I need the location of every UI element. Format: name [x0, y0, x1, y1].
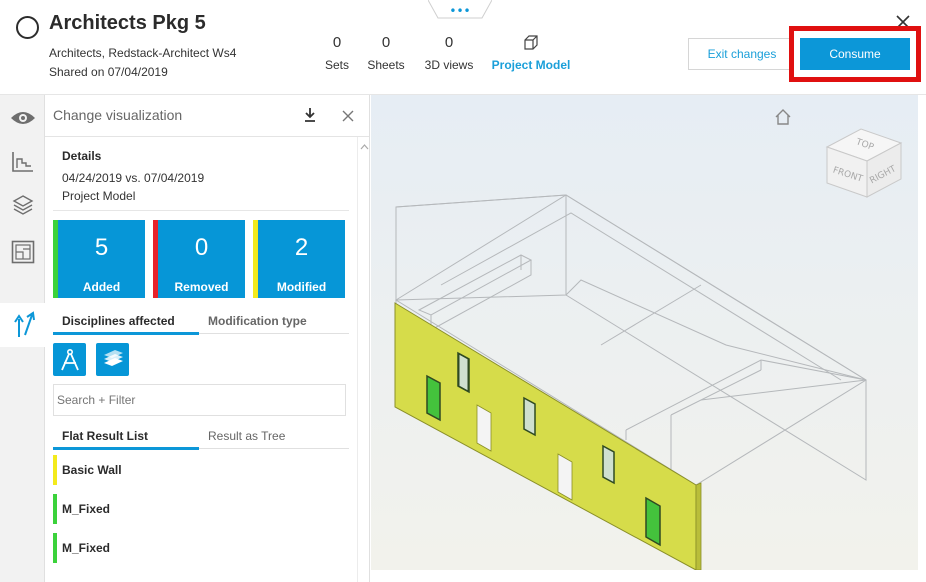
left-tool-rail	[0, 95, 45, 582]
tab-result-as-tree[interactable]: Result as Tree	[208, 429, 285, 443]
rail-sheets[interactable]	[0, 233, 45, 271]
removed-count: 0	[194, 234, 209, 261]
result-view-tabs: Flat Result List Result as Tree	[53, 425, 349, 450]
active-tab-indicator	[53, 332, 199, 335]
panel-scrollbar[interactable]	[357, 137, 369, 582]
architecture-discipline-button[interactable]	[53, 343, 86, 376]
views3d-count: 0	[444, 34, 454, 51]
added-count: 5	[94, 234, 109, 261]
stat-sets[interactable]: 0 Sets	[322, 34, 352, 72]
consume-button[interactable]: Consume	[800, 38, 910, 70]
modified-label: Modified	[276, 280, 327, 294]
3d-viewport[interactable]: TOP FRONT RIGHT	[371, 95, 918, 570]
disciplines-tabs: Disciplines affected Modification type	[53, 310, 349, 335]
collapse-header-tab[interactable]: •••	[428, 0, 492, 20]
removed-tile[interactable]: 0 Removed	[153, 220, 245, 298]
details-heading: Details	[62, 149, 102, 163]
select-package-radio[interactable]	[16, 16, 39, 39]
added-tile[interactable]: 5 Added	[53, 220, 145, 298]
drafting-compass-icon	[60, 348, 79, 370]
modified-count: 2	[294, 234, 309, 261]
modified-tile[interactable]: 2 Modified	[253, 220, 345, 298]
cube-icon	[524, 35, 538, 50]
sets-label: Sets	[324, 58, 349, 72]
layers-discipline-button[interactable]	[96, 343, 129, 376]
sets-count: 0	[332, 34, 342, 51]
layers-stack-icon	[103, 349, 123, 366]
tab-modification-type[interactable]: Modification type	[208, 314, 307, 328]
tab-disciplines-affected[interactable]: Disciplines affected	[62, 314, 175, 328]
shared-date: Shared on 07/04/2019	[49, 65, 168, 79]
sheets-count: 0	[381, 34, 391, 51]
viewcube[interactable]: TOP FRONT RIGHT	[823, 125, 905, 201]
panel-header: Change visualization	[45, 95, 369, 137]
sheet-icon	[11, 240, 34, 264]
active-tab-indicator	[53, 447, 199, 450]
details-model: Project Model	[62, 189, 136, 203]
result-label: M_Fixed	[62, 541, 111, 555]
package-title: Architects Pkg 5	[49, 12, 206, 34]
result-label: M_Fixed	[62, 502, 111, 516]
result-label: Basic Wall	[62, 463, 122, 477]
package-subtitle: Architects, Redstack-Architect Ws4	[49, 46, 237, 60]
list-item[interactable]: M_Fixed	[53, 494, 349, 524]
rail-layers[interactable]	[0, 186, 45, 224]
sheets-label: Sheets	[367, 58, 405, 72]
exit-changes-button[interactable]: Exit changes	[688, 38, 796, 70]
change-visualization-panel: Change visualization Details 04/24/2019 …	[45, 95, 370, 582]
more-dots-icon: •••	[449, 4, 470, 18]
download-icon[interactable]	[303, 107, 317, 123]
list-item[interactable]: M_Fixed	[53, 533, 349, 563]
rail-compare[interactable]	[0, 303, 45, 347]
list-item[interactable]: Basic Wall	[53, 455, 349, 485]
stat-3d-views[interactable]: 0 3D views	[420, 34, 478, 72]
panel-title: Change visualization	[53, 107, 183, 123]
change-color-bar	[53, 533, 57, 563]
divider	[53, 210, 349, 211]
layers-icon	[12, 195, 33, 215]
rail-visibility[interactable]	[0, 99, 45, 137]
home-icon[interactable]	[773, 107, 793, 127]
scroll-up-arrow-icon[interactable]	[359, 139, 369, 150]
change-color-bar	[53, 494, 57, 524]
stat-sheets[interactable]: 0 Sheets	[362, 34, 410, 72]
removed-label: Removed	[174, 280, 229, 294]
panel-close-icon[interactable]	[341, 109, 355, 123]
change-color-bar	[53, 455, 57, 485]
project-model-label: Project Model	[491, 58, 571, 72]
chart-icon	[11, 152, 33, 172]
views3d-label: 3D views	[424, 58, 474, 72]
header-bar: ••• Architects Pkg 5 Architects, Redstac…	[0, 0, 926, 95]
date-range: 04/24/2019 vs. 07/04/2019	[62, 171, 205, 185]
tab-flat-result-list[interactable]: Flat Result List	[62, 429, 148, 443]
added-label: Added	[82, 280, 121, 294]
rail-chart[interactable]	[0, 143, 45, 181]
stat-project-model[interactable]: Project Model	[488, 34, 574, 72]
compare-icon	[14, 311, 35, 337]
search-filter-input[interactable]	[53, 384, 346, 416]
eye-icon	[10, 112, 35, 124]
